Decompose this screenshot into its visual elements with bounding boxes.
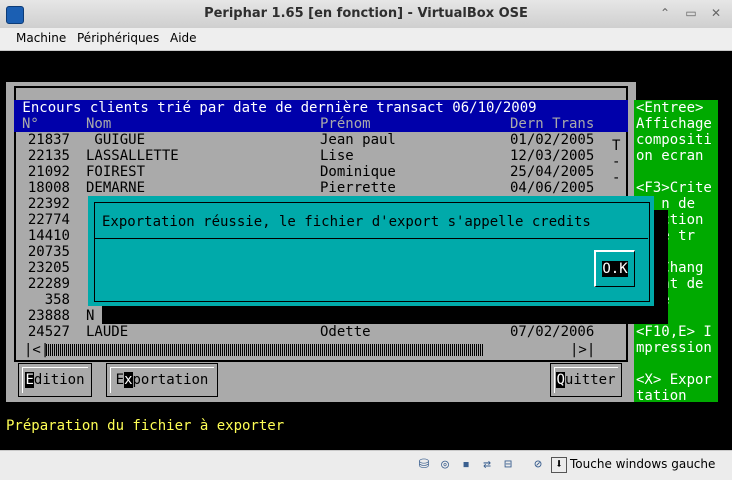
- scroll-marker-2: -: [612, 170, 621, 186]
- export-success-dialog: Exportation réussie, le fichier d'export…: [88, 196, 654, 306]
- usb-icon[interactable]: ⊟: [500, 457, 516, 473]
- cell-date: 04/06/2005: [510, 180, 595, 196]
- cell-prenom: Lise: [320, 148, 354, 164]
- cell-num: 22289: [27, 276, 70, 292]
- menu-machine[interactable]: Machine: [16, 31, 66, 45]
- cell-num: 21837: [27, 132, 70, 148]
- cell-num: 24527: [27, 324, 70, 340]
- window-titlebar[interactable]: Periphar 1.65 [en fonction] - VirtualBox…: [0, 0, 732, 29]
- cell-nom: LASSALLETTE: [86, 148, 179, 164]
- table-row[interactable]: 21837 GUIGUE Jean paul 01/02/2005: [14, 132, 604, 148]
- maximize-button[interactable]: ▭: [684, 6, 698, 20]
- dialog-message: Exportation réussie, le fichier d'export…: [102, 214, 591, 230]
- scroll-marker-top: T: [612, 138, 621, 154]
- cell-num: 358: [44, 292, 70, 308]
- cell-prenom: Jean paul: [320, 132, 396, 148]
- cell-prenom: Pierrette: [320, 180, 396, 196]
- col-num[interactable]: N°: [22, 116, 39, 132]
- cell-num: 18008: [27, 180, 70, 196]
- scrollbar-track[interactable]: [46, 344, 484, 356]
- cell-prenom: Dominique: [320, 164, 396, 180]
- help-line: Affichage: [636, 116, 712, 132]
- window-title: Periphar 1.65 [en fonction] - VirtualBox…: [204, 6, 528, 21]
- help-line: tation: [636, 388, 687, 404]
- cell-date: 12/03/2005: [510, 148, 595, 164]
- help-line: <F3>Crite: [636, 180, 712, 196]
- cell-nom: FOIREST: [86, 164, 146, 180]
- quitter-button-bevel: [554, 367, 618, 393]
- ok-label: O.K: [602, 261, 628, 277]
- menubar: Machine Périphériques Aide: [0, 28, 732, 51]
- exportation-button-bevel: [110, 367, 214, 393]
- help-line: <Entree>: [636, 100, 704, 116]
- help-line: on ecran: [636, 148, 704, 164]
- host-statusbar: ⛁ ◎ ▪ ⇄ ⊟ ⊘ ⬇ Touche windows gauche: [0, 450, 732, 480]
- cell-num: 22392: [27, 196, 70, 212]
- scroll-marker-1: -: [612, 154, 621, 170]
- quitter-button[interactable]: Quitter: [550, 363, 622, 397]
- help-line: mpression: [636, 340, 712, 356]
- close-button[interactable]: ✕: [709, 6, 723, 20]
- help-line: <F10,E> I: [636, 324, 712, 340]
- cd-dvd-icon[interactable]: ◎: [437, 457, 453, 473]
- edition-button-bevel: [22, 367, 88, 393]
- cell-nom: GUIGUE: [86, 132, 146, 148]
- help-line: compositi: [636, 132, 712, 148]
- help-line: <X> Expor: [636, 372, 712, 388]
- cell-date: 01/02/2005: [510, 132, 595, 148]
- table-row[interactable]: 24527 LAUDE Odette 07/02/2006: [14, 324, 604, 340]
- dialog-divider: [94, 238, 648, 239]
- cell-num: 23888: [27, 308, 70, 324]
- edition-button[interactable]: Edition: [18, 363, 92, 397]
- cell-num: 22774: [27, 212, 70, 228]
- cell-date: 25/04/2005: [510, 164, 595, 180]
- table-row[interactable]: 18008 DEMARNE Pierrette 04/06/2005: [14, 180, 604, 196]
- horizontal-scrollbar[interactable]: |<| |>|: [24, 342, 596, 358]
- host-key-label: Touche windows gauche: [570, 457, 716, 471]
- mouse-integration-icon[interactable]: ⊘: [530, 457, 546, 473]
- minimize-button[interactable]: ⌃: [658, 6, 672, 20]
- cell-nom: LAUDE: [86, 324, 129, 340]
- menu-aide[interactable]: Aide: [170, 31, 197, 45]
- exportation-button[interactable]: Exportation: [106, 363, 218, 397]
- cell-num: 21092: [27, 164, 70, 180]
- cell-num: 23205: [27, 260, 70, 276]
- menu-peripheriques[interactable]: Périphériques: [77, 31, 159, 45]
- hard-disk-icon[interactable]: ⛁: [416, 457, 432, 473]
- table-row[interactable]: 21092 FOIREST Dominique 25/04/2005: [14, 164, 604, 180]
- cell-date: 07/02/2006: [510, 324, 595, 340]
- cell-num: 22135: [27, 148, 70, 164]
- status-message: Préparation du fichier à exporter: [6, 418, 285, 434]
- table-row[interactable]: 22135 LASSALLETTE Lise 12/03/2005: [14, 148, 604, 164]
- column-header-row: N° Nom Prénom Dern Trans: [14, 116, 628, 132]
- cell-nom: N: [86, 308, 95, 324]
- ok-button[interactable]: O.K: [594, 250, 635, 287]
- col-prenom[interactable]: Prénom: [320, 116, 371, 132]
- cell-nom: DEMARNE: [86, 180, 146, 196]
- cell-num: 14410: [27, 228, 70, 244]
- col-dern-trans[interactable]: Dern Trans: [510, 116, 594, 132]
- cell-num: 20735: [27, 244, 70, 260]
- panel-frame-top: [14, 86, 628, 88]
- floppy-icon[interactable]: ▪: [458, 457, 474, 473]
- panel-frame-bottom: [14, 360, 628, 362]
- col-nom[interactable]: Nom: [86, 116, 111, 132]
- keyboard-capture-icon[interactable]: ⬇: [551, 457, 567, 473]
- scroll-right-arrow[interactable]: |>|: [570, 342, 595, 358]
- cell-prenom: Odette: [320, 324, 371, 340]
- network-icon[interactable]: ⇄: [479, 457, 495, 473]
- guest-screen[interactable]: Encours clients trié par date de dernièr…: [6, 52, 726, 450]
- list-title: Encours clients trié par date de dernièr…: [14, 100, 628, 116]
